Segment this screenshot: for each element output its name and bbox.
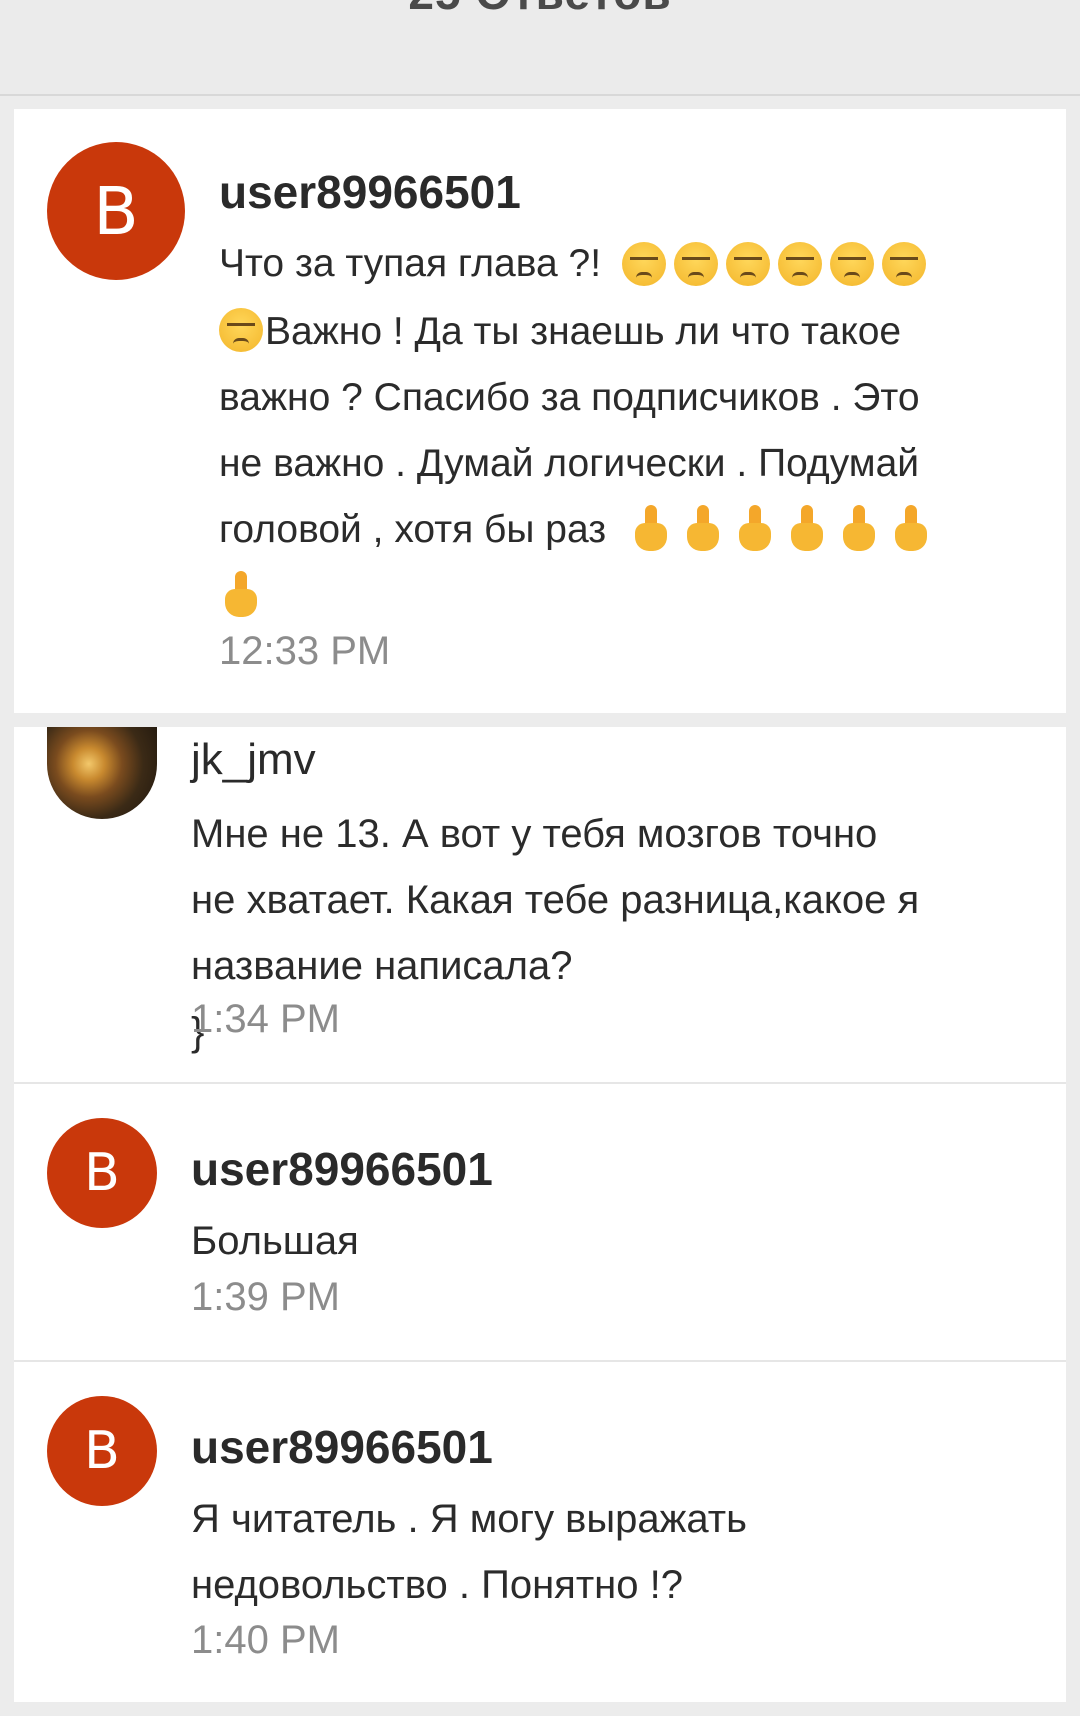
- comment-text: Большая: [191, 1208, 1051, 1274]
- comment-timestamp: 1:34 PM: [191, 997, 340, 1041]
- user-avatar[interactable]: B: [47, 142, 185, 280]
- comment-card: B user89966501 Я читатель . Я могу выраж…: [14, 1362, 1066, 1702]
- comment-username[interactable]: jk_jmv: [191, 735, 316, 785]
- unamused-face-icon: [829, 241, 874, 286]
- comment-timestamp: 1:40 PM: [191, 1618, 340, 1662]
- comment-line: Мне не 13. А вот у тебя мозгов точно: [191, 812, 878, 856]
- middle-finger-icon: [629, 505, 673, 553]
- comment-card: jk_jmv Мне не 13. А вот у тебя мозгов то…: [14, 727, 1066, 1082]
- comment-line: Большая: [191, 1219, 359, 1263]
- unamused-face-icon: [621, 241, 666, 286]
- middle-finger-icon: [889, 505, 933, 553]
- comment-line: не важно . Думай логически . Подумай: [219, 441, 920, 485]
- avatar-letter: B: [93, 172, 139, 250]
- avatar-letter: B: [84, 1421, 120, 1481]
- comment-timestamp: 1:39 PM: [191, 1275, 340, 1319]
- replies-count-title: 25 Ответов: [0, 0, 1080, 20]
- comment-line: важно ? Спасибо за подписчиков . Это: [219, 375, 920, 419]
- user-avatar[interactable]: [47, 727, 157, 819]
- comment-card: B user89966501 Большая 1:39 PM: [14, 1084, 1066, 1360]
- comment-username[interactable]: user89966501: [219, 165, 521, 219]
- unamused-face-icon: [881, 241, 926, 286]
- comment-username[interactable]: user89966501: [191, 1142, 493, 1196]
- middle-finger-icon: [681, 505, 725, 553]
- middle-finger-icon: [837, 505, 881, 553]
- comment-text: Я читатель . Я могу выражать недовольств…: [191, 1486, 1051, 1618]
- comment-line: [219, 564, 1049, 630]
- unamused-face-icon: [725, 241, 770, 286]
- unamused-face-emoji-group: [621, 233, 934, 299]
- avatar-letter: B: [84, 1143, 120, 1203]
- comment-line: Важно ! Да ты знаешь ли что такое: [219, 299, 1049, 365]
- user-avatar[interactable]: B: [47, 1396, 157, 1506]
- comment-line: Я читатель . Я могу выражать: [191, 1497, 747, 1541]
- unamused-face-icon: [219, 307, 263, 352]
- comment-line: не хватает. Какая тебе разница,какое я: [191, 878, 920, 922]
- comment-line: название написала?: [191, 944, 573, 988]
- comment-card: B user89966501 Что за тупая глава ?! Важ…: [14, 109, 1066, 713]
- unamused-face-icon: [673, 241, 718, 286]
- comment-line: Что за тупая глава ?!: [219, 231, 1049, 299]
- comment-line: недовольство . Понятно !?: [191, 1563, 683, 1607]
- user-avatar[interactable]: B: [47, 1118, 157, 1228]
- comment-timestamp: 12:33 PM: [219, 629, 391, 673]
- comment-text: Что за тупая глава ?! Важно ! Да ты знае…: [219, 231, 1049, 630]
- middle-finger-icon: [785, 505, 829, 553]
- comment-username[interactable]: user89966501: [191, 1420, 493, 1474]
- middle-finger-icon: [733, 505, 777, 553]
- unamused-face-icon: [777, 241, 822, 286]
- comment-line: головой , хотя бы раз: [219, 497, 1049, 565]
- replies-header: 25 Ответов: [0, 0, 1080, 96]
- middle-finger-emoji-group: [629, 498, 941, 564]
- middle-finger-icon: [219, 571, 263, 619]
